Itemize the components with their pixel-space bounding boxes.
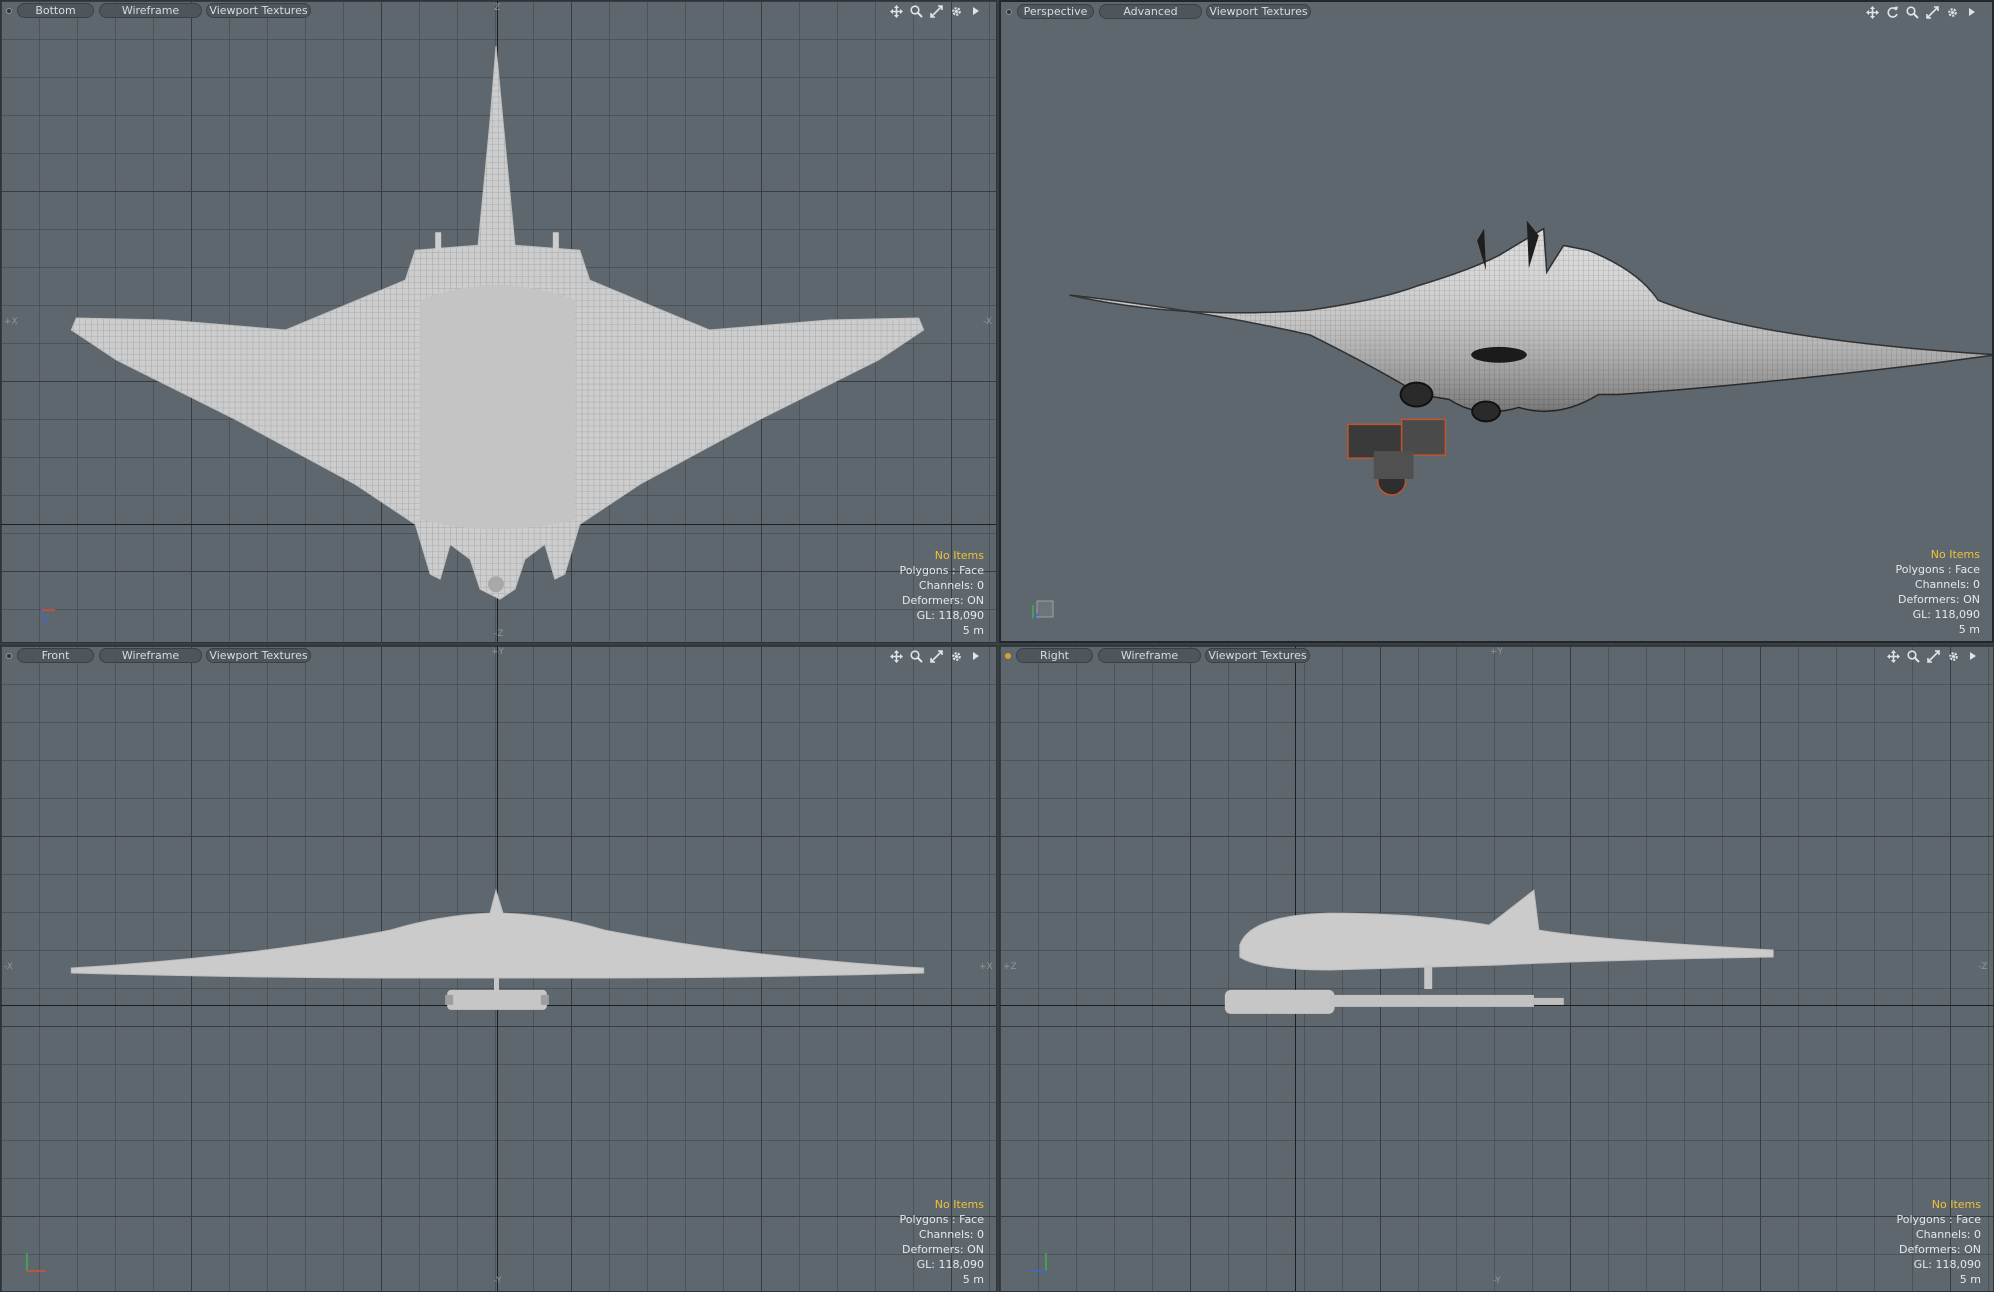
fit-icon[interactable] <box>1925 648 1941 664</box>
viewport-hud: No Items Polygons : Face Channels: 0 Def… <box>1895 547 1980 637</box>
texture-mode-dropdown[interactable]: Viewport Textures <box>206 3 311 18</box>
viewport-tools <box>1864 4 1980 20</box>
shading-mode-dropdown[interactable]: Wireframe <box>99 3 202 18</box>
pan-icon[interactable] <box>888 648 904 664</box>
polygon-mode: Polygons : Face <box>1895 563 1980 576</box>
fit-icon[interactable] <box>928 648 944 664</box>
view-type-dropdown[interactable]: Bottom <box>17 3 94 18</box>
menu-arrow-icon[interactable] <box>968 3 984 19</box>
grid-scale: 5 m <box>962 624 984 637</box>
menu-arrow-icon[interactable] <box>968 648 984 664</box>
shading-mode-dropdown[interactable]: Wireframe <box>1098 648 1201 663</box>
axis-gizmo <box>1023 589 1063 629</box>
zoom-icon[interactable] <box>908 3 924 19</box>
viewport-hud: No Items Polygons : Face Channels: 0 Def… <box>1896 1197 1981 1287</box>
deformers-state: Deformers: ON <box>902 594 984 607</box>
manta-mesh-perspective <box>1069 220 1992 496</box>
deformers-state: Deformers: ON <box>902 1243 984 1256</box>
channels-count: Channels: 0 <box>918 1228 984 1241</box>
pan-icon[interactable] <box>1864 4 1880 20</box>
manta-mesh-bottom-view <box>70 45 925 600</box>
viewport-tools <box>1885 648 1981 664</box>
deformers-state: Deformers: ON <box>1899 1243 1981 1256</box>
viewport-header: Front Wireframe Viewport Textures <box>1 646 996 666</box>
viewport-tools <box>888 648 984 664</box>
viewport-hud: No Items Polygons : Face Channels: 0 Def… <box>899 548 984 638</box>
channels-count: Channels: 0 <box>1915 1228 1981 1241</box>
channels-count: Channels: 0 <box>918 579 984 592</box>
viewport-front[interactable]: +Y -Y -X +X Front Wireframe Viewport Tex… <box>0 645 997 1292</box>
view-type-dropdown[interactable]: Right <box>1016 648 1093 663</box>
rotate-icon[interactable] <box>1884 4 1900 20</box>
gl-polycount: GL: 118,090 <box>1913 1258 1981 1271</box>
grid-scale: 5 m <box>1958 623 1980 636</box>
manta-mesh-front-view <box>70 888 925 1010</box>
texture-mode-dropdown[interactable]: Viewport Textures <box>1205 648 1310 663</box>
zoom-icon[interactable] <box>908 648 924 664</box>
axis-gizmo <box>23 590 63 630</box>
viewport-collapse-button[interactable] <box>6 653 12 659</box>
viewport-perspective[interactable]: Perspective Advanced Viewport Textures N… <box>999 0 1994 643</box>
deformers-state: Deformers: ON <box>1898 593 1980 606</box>
viewport-hud: No Items Polygons : Face Channels: 0 Def… <box>899 1197 984 1287</box>
texture-mode-dropdown[interactable]: Viewport Textures <box>1206 4 1311 19</box>
viewport-collapse-button[interactable] <box>1005 653 1011 659</box>
fit-icon[interactable] <box>1924 4 1940 20</box>
viewport-bottom[interactable]: Z -Z +X -X Bottom Wireframe Viewport Tex… <box>0 0 997 643</box>
shading-mode-dropdown[interactable]: Wireframe <box>99 648 202 663</box>
settings-gear-icon[interactable] <box>948 3 964 19</box>
view-type-dropdown[interactable]: Perspective <box>1017 4 1094 19</box>
pan-icon[interactable] <box>1885 648 1901 664</box>
viewport-header: Perspective Advanced Viewport Textures <box>1001 2 1992 22</box>
settings-gear-icon[interactable] <box>948 648 964 664</box>
texture-mode-dropdown[interactable]: Viewport Textures <box>206 648 311 663</box>
gl-polycount: GL: 118,090 <box>916 1258 984 1271</box>
polygon-mode: Polygons : Face <box>899 1213 984 1226</box>
selection-status: No Items <box>934 549 984 562</box>
polygon-mode: Polygons : Face <box>1896 1213 1981 1226</box>
pan-icon[interactable] <box>888 3 904 19</box>
axis-gizmo <box>23 1239 63 1279</box>
gl-polycount: GL: 118,090 <box>1912 608 1980 621</box>
axis-gizmo <box>1022 1239 1062 1279</box>
shading-mode-dropdown[interactable]: Advanced <box>1099 4 1202 19</box>
zoom-icon[interactable] <box>1904 4 1920 20</box>
settings-gear-icon[interactable] <box>1944 4 1960 20</box>
viewport-header: Right Wireframe Viewport Textures <box>1000 646 1993 666</box>
settings-gear-icon[interactable] <box>1945 648 1961 664</box>
polygon-mode: Polygons : Face <box>899 564 984 577</box>
channels-count: Channels: 0 <box>1914 578 1980 591</box>
viewport-tools <box>888 3 984 19</box>
viewport-collapse-button[interactable] <box>6 8 12 14</box>
selection-status: No Items <box>1931 1198 1981 1211</box>
viewport-header: Bottom Wireframe Viewport Textures <box>1 1 996 21</box>
viewport-right[interactable]: +Y -Y +Z -Z Right Wireframe Viewport Tex… <box>999 645 1994 1292</box>
selection-status: No Items <box>1930 548 1980 561</box>
grid-scale: 5 m <box>1959 1273 1981 1286</box>
grid-scale: 5 m <box>962 1273 984 1286</box>
menu-arrow-icon[interactable] <box>1965 648 1981 664</box>
viewport-collapse-button[interactable] <box>1006 9 1012 15</box>
menu-arrow-icon[interactable] <box>1964 4 1980 20</box>
selection-status: No Items <box>934 1198 984 1211</box>
manta-mesh-right-view <box>1224 889 1774 1014</box>
fit-icon[interactable] <box>928 3 944 19</box>
gl-polycount: GL: 118,090 <box>916 609 984 622</box>
zoom-icon[interactable] <box>1905 648 1921 664</box>
view-type-dropdown[interactable]: Front <box>17 648 94 663</box>
